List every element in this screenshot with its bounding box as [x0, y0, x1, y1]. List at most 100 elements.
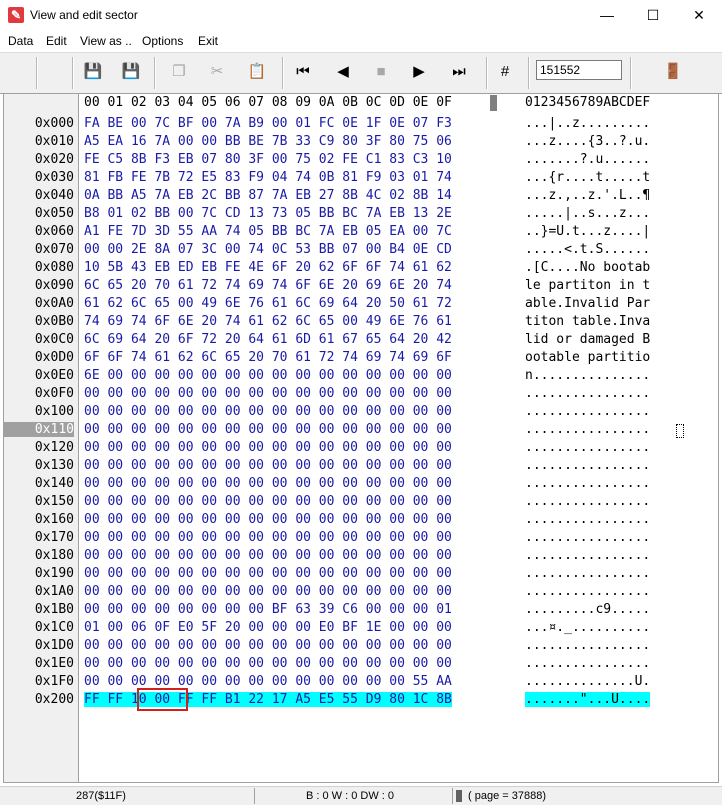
hex-row-bytes[interactable]: 00 00 00 00 00 00 00 00 00 00 00 00 00 0… — [84, 476, 452, 491]
hex-row-bytes[interactable]: 00 00 00 00 00 00 00 00 00 00 00 00 00 0… — [84, 386, 452, 401]
toolbar-separator — [630, 57, 632, 89]
ascii-row-text[interactable]: lid or damaged B — [525, 332, 650, 347]
app-icon: ✎ — [8, 7, 24, 23]
title-bar[interactable]: ✎ View and edit sector — ☐ ✕ — [0, 0, 722, 31]
hex-row-bytes[interactable]: B8 01 02 BB 00 7C CD 13 73 05 BB BC 7A E… — [84, 206, 452, 221]
hex-row-bytes[interactable]: 00 00 00 00 00 00 00 00 00 00 00 00 00 0… — [84, 530, 452, 545]
ascii-row-text[interactable]: .....|..s...z... — [525, 206, 650, 221]
hex-row-bytes[interactable]: FE C5 8B F3 EB 07 80 3F 00 75 02 FE C1 8… — [84, 152, 452, 167]
ascii-row-text[interactable]: ..............U. — [525, 674, 650, 689]
hex-row-bytes[interactable]: 6E 00 00 00 00 00 00 00 00 00 00 00 00 0… — [84, 368, 452, 383]
hex-row-bytes[interactable]: 00 00 00 00 00 00 00 00 00 00 00 00 00 0… — [84, 548, 452, 563]
ascii-row-text[interactable]: ................ — [525, 638, 650, 653]
ascii-row-text[interactable]: ................ — [525, 476, 650, 491]
maximize-icon[interactable]: ☐ — [630, 0, 676, 31]
ascii-row-text[interactable]: ................ — [525, 584, 650, 599]
ascii-row-text[interactable]: ootable partitio — [525, 350, 650, 365]
hex-row-bytes[interactable]: 0A BB A5 7A EB 2C BB 87 7A EB 27 8B 4C 0… — [84, 188, 452, 203]
ascii-row-text[interactable]: ................ — [525, 656, 650, 671]
ascii-row-text[interactable]: ................ — [525, 530, 650, 545]
hex-row-bytes[interactable]: 00 00 00 00 00 00 00 00 00 00 00 00 00 0… — [84, 638, 452, 653]
ascii-row-text[interactable]: ...{r....t.....t — [525, 170, 650, 185]
hex-row-bytes[interactable]: 81 FB FE 7B 72 E5 83 F9 04 74 0B 81 F9 0… — [84, 170, 452, 185]
hex-row-bytes[interactable]: 00 00 00 00 00 00 00 00 00 00 00 00 00 0… — [84, 422, 452, 437]
ascii-row-text[interactable]: ...z....{3..?.u. — [525, 134, 650, 149]
hex-row-bytes[interactable]: 6C 65 20 70 61 72 74 69 74 6F 6E 20 69 6… — [84, 278, 452, 293]
ascii-row-text[interactable]: titon table.Inva — [525, 314, 650, 329]
hex-row-bytes[interactable]: 00 00 00 00 00 00 00 00 00 00 00 00 00 0… — [84, 674, 452, 689]
hex-row-bytes[interactable]: 00 00 00 00 00 00 00 00 BF 63 39 C6 00 0… — [84, 602, 452, 617]
menu-options[interactable]: Options — [142, 34, 183, 48]
ascii-row-text[interactable]: ................ — [525, 548, 650, 563]
ascii-row-text[interactable]: ..}=U.t...z....| — [525, 224, 650, 239]
ascii-row-text[interactable]: .........c9..... — [525, 602, 650, 617]
exit-door-icon[interactable]: 🚪 — [662, 60, 684, 84]
cut-icon[interactable]: ✂ — [206, 60, 228, 84]
previous-page-icon[interactable]: ◀ — [332, 60, 354, 84]
save-icon[interactable]: 💾 — [82, 60, 104, 84]
ascii-row-text[interactable]: ...z.,..z.'.L..¶ — [525, 188, 650, 203]
hex-row-bytes[interactable]: 6C 69 64 20 6F 72 20 64 61 6D 61 67 65 6… — [84, 332, 452, 347]
hex-row-bytes[interactable]: 00 00 00 00 00 00 00 00 00 00 00 00 00 0… — [84, 512, 452, 527]
hex-row-bytes[interactable]: 00 00 00 00 00 00 00 00 00 00 00 00 00 0… — [84, 494, 452, 509]
row-address: 0x1F0 — [34, 674, 74, 689]
toolbar-separator — [154, 57, 156, 89]
hex-row-bytes[interactable]: 00 00 00 00 00 00 00 00 00 00 00 00 00 0… — [84, 584, 452, 599]
ascii-row-text[interactable]: ................ — [525, 422, 650, 437]
copy-icon[interactable]: ❐ — [168, 60, 190, 84]
paste-icon[interactable]: 📋 — [246, 60, 268, 84]
row-address: 0x1A0 — [34, 584, 74, 599]
status-grip — [456, 790, 462, 802]
ascii-row-text[interactable]: .....<.t.S...... — [525, 242, 650, 257]
menu-exit[interactable]: Exit — [198, 34, 218, 48]
row-address: 0x010 — [34, 134, 74, 149]
menu-edit[interactable]: Edit — [46, 34, 67, 48]
menu-view-as[interactable]: View as .. — [80, 34, 132, 48]
ascii-row-text[interactable]: ................ — [525, 566, 650, 581]
ascii-row-text[interactable]: .[C....No bootab — [525, 260, 650, 275]
menu-bar: Data Edit View as .. Options Exit — [0, 31, 722, 52]
hex-row-bytes[interactable]: A5 EA 16 7A 00 00 BB BE 7B 33 C9 80 3F 8… — [84, 134, 452, 149]
toolbar-separator — [282, 57, 284, 89]
hex-row-bytes[interactable]: 00 00 00 00 00 00 00 00 00 00 00 00 00 0… — [84, 656, 452, 671]
hex-row-bytes[interactable]: A1 FE 7D 3D 55 AA 74 05 BB BC 7A EB 05 E… — [84, 224, 452, 239]
hex-row-bytes[interactable]: 6F 6F 74 61 62 6C 65 20 70 61 72 74 69 7… — [84, 350, 452, 365]
hex-row-bytes[interactable]: 00 00 2E 8A 07 3C 00 74 0C 53 BB 07 00 B… — [84, 242, 452, 257]
menu-data[interactable]: Data — [8, 34, 33, 48]
hex-row-bytes[interactable]: 10 5B 43 EB ED EB FE 4E 6F 20 62 6F 6F 7… — [84, 260, 452, 275]
ascii-row-text[interactable]: ......."...U.... — [525, 692, 651, 707]
next-page-icon[interactable]: ▶ — [408, 60, 430, 84]
ascii-row-text[interactable]: ...|..z......... — [525, 116, 650, 131]
ascii-row-text[interactable]: n............... — [525, 368, 650, 383]
hex-row-bytes[interactable]: 00 00 00 00 00 00 00 00 00 00 00 00 00 0… — [84, 566, 452, 581]
ascii-row-text[interactable]: ................ — [525, 494, 650, 509]
status-counts: B : 0 W : 0 DW : 0 — [306, 790, 395, 802]
goto-page-icon[interactable]: # — [494, 60, 516, 84]
page-number-input[interactable] — [536, 60, 622, 80]
stop-icon[interactable]: ■ — [370, 60, 392, 84]
close-icon[interactable]: ✕ — [676, 0, 722, 31]
hex-row-bytes[interactable]: 74 69 74 6F 6E 20 74 61 62 6C 65 00 49 6… — [84, 314, 452, 329]
ascii-row-text[interactable]: ................ — [525, 458, 650, 473]
ascii-row-text[interactable]: able.Invalid Par — [525, 296, 650, 311]
row-address: 0x090 — [34, 278, 74, 293]
hex-row-bytes[interactable]: FA BE 00 7C BF 00 7A B9 00 01 FC 0E 1F 0… — [84, 116, 452, 131]
first-page-icon[interactable]: ⏮ — [292, 60, 314, 84]
ascii-row-text[interactable]: ................ — [525, 386, 650, 401]
hex-row-bytes[interactable]: 00 00 00 00 00 00 00 00 00 00 00 00 00 0… — [84, 440, 452, 455]
ascii-row-text[interactable]: ................ — [525, 512, 650, 527]
last-page-icon[interactable]: ⏭ — [448, 60, 470, 84]
ascii-row-text[interactable]: .......?.u...... — [525, 152, 650, 167]
ascii-row-text[interactable]: ................ — [525, 404, 650, 419]
ascii-row-text[interactable]: le partiton in t — [525, 278, 650, 293]
hex-row-bytes[interactable]: 01 00 06 0F E0 5F 20 00 00 00 E0 BF 1E 0… — [84, 620, 452, 635]
ascii-row-text[interactable]: ................ — [525, 440, 650, 455]
save-as-icon[interactable]: 💾 — [120, 60, 142, 84]
ascii-column-header: 0123456789ABCDEF — [525, 95, 651, 110]
hex-row-bytes[interactable]: 61 62 6C 65 00 49 6E 76 61 6C 69 64 20 5… — [84, 296, 452, 311]
hex-row-bytes[interactable]: 00 00 00 00 00 00 00 00 00 00 00 00 00 0… — [84, 458, 452, 473]
row-address: 0x180 — [34, 548, 74, 563]
minimize-icon[interactable]: — — [584, 0, 630, 31]
ascii-row-text[interactable]: ...¤._.......... — [525, 620, 650, 635]
hex-row-bytes[interactable]: 00 00 00 00 00 00 00 00 00 00 00 00 00 0… — [84, 404, 452, 419]
